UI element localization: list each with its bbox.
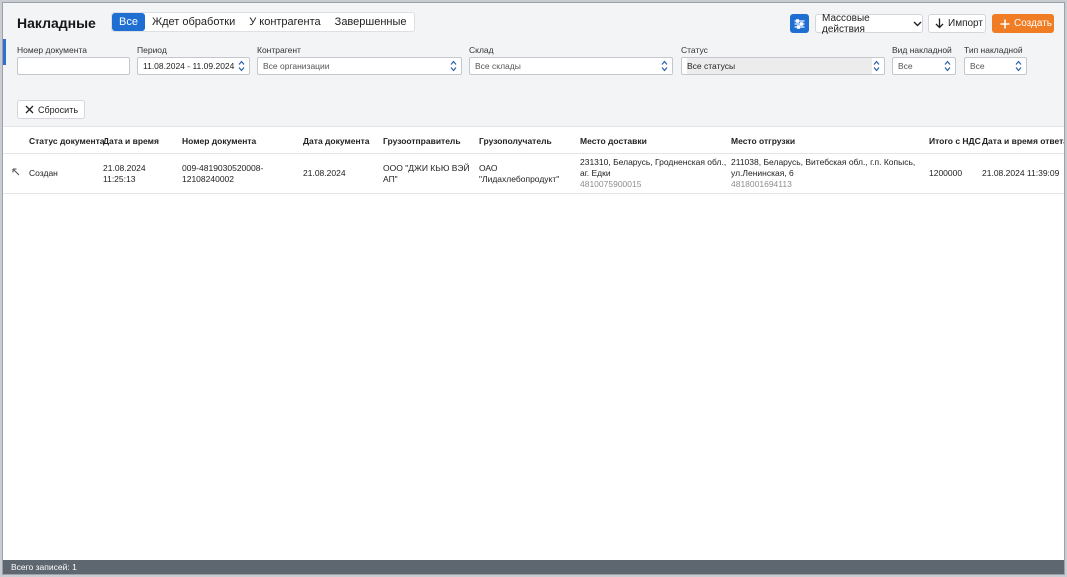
cell-datetime: 21.08.2024 11:25:13 — [103, 163, 146, 185]
table-row[interactable]: Создан 21.08.2024 11:25:13 009-481903052… — [3, 154, 1064, 194]
cell-shipment-place: 211038, Беларусь, Витебская обл., г.п. К… — [731, 157, 915, 190]
tab-at-counterparty[interactable]: У контрагента — [242, 13, 327, 31]
status-label: Статус — [681, 45, 708, 55]
col-doc-date[interactable]: Дата документа — [303, 136, 370, 146]
invoice-kind-select[interactable]: Все — [892, 57, 956, 75]
cell-consignee-line2: "Лидахлебопродукт" — [479, 174, 560, 184]
cell-datetime-time: 11:25:13 — [103, 174, 136, 184]
updown-icon — [238, 60, 245, 74]
cell-doc-number-line1: 009-4819030520008- — [182, 163, 264, 173]
expand-arrow-icon[interactable] — [12, 168, 20, 178]
cell-consignee-line1: ОАО — [479, 163, 498, 173]
app-window: Накладные Все Ждет обработки У контраген… — [2, 2, 1065, 575]
create-label: Создать — [1014, 18, 1053, 29]
tab-all[interactable]: Все — [112, 13, 145, 31]
mass-actions-button[interactable]: Массовые действия — [815, 12, 923, 35]
col-delivery-place[interactable]: Место доставки — [580, 136, 647, 146]
reset-filters-button[interactable]: Сбросить — [17, 100, 85, 119]
import-label: Импорт — [948, 18, 983, 29]
cell-status: Создан — [29, 168, 58, 178]
invoice-kind-label: Вид накладной — [892, 45, 952, 55]
updown-icon — [661, 60, 668, 74]
status-value: Все статусы — [687, 58, 872, 74]
cell-datetime-date: 21.08.2024 — [103, 163, 146, 173]
import-button[interactable]: Импорт — [928, 14, 986, 33]
period-label: Период — [137, 45, 167, 55]
chevron-down-icon — [913, 21, 922, 27]
cell-shipper: ООО "ДЖИ КЬЮ ВЭЙ АП" — [383, 163, 470, 185]
updown-icon — [944, 60, 951, 74]
col-shipment-place[interactable]: Место отгрузки — [731, 136, 795, 146]
updown-icon — [873, 60, 880, 74]
counterparty-value: Все организации — [263, 61, 330, 71]
close-icon — [25, 105, 34, 114]
cell-shipment-line1: 211038, Беларусь, Витебская обл., г.п. К… — [731, 157, 916, 167]
invoice-type-select[interactable]: Все — [964, 57, 1027, 75]
col-doc-number[interactable]: Номер документа — [182, 136, 256, 146]
cell-shipment-line2: ул.Ленинская, 6 — [731, 168, 794, 178]
doc-number-label: Номер документа — [17, 45, 87, 55]
updown-icon — [1015, 60, 1022, 74]
warehouse-value: Все склады — [475, 61, 521, 71]
cell-doc-number-line2: 12108240002 — [182, 174, 235, 184]
col-datetime[interactable]: Дата и время — [103, 136, 159, 146]
invoice-kind-value: Все — [898, 61, 913, 71]
page-title: Накладные — [17, 15, 96, 31]
create-button[interactable]: Создать — [992, 14, 1054, 33]
col-total-vat[interactable]: Итого с НДС — [929, 136, 981, 146]
table-header: Статус документа Дата и время Номер доку… — [3, 128, 1064, 154]
cell-shipment-code: 4818001694113 — [731, 179, 792, 189]
col-consignee[interactable]: Грузополучатель — [479, 136, 552, 146]
tab-completed[interactable]: Завершенные — [328, 13, 414, 31]
tab-awaiting-processing[interactable]: Ждет обработки — [145, 13, 242, 31]
period-value: 11.08.2024 - 11.09.2024 — [143, 61, 235, 71]
filter-accent-bar — [3, 39, 6, 65]
page-header: Накладные Все Ждет обработки У контраген… — [3, 3, 1064, 127]
col-status[interactable]: Статус документа — [29, 136, 105, 146]
cell-total-vat: 1200000 — [929, 168, 963, 178]
cell-delivery-place: 231310, Беларусь, Гродненская обл., аг. … — [580, 157, 726, 190]
warehouse-select[interactable]: Все склады — [469, 57, 673, 75]
cell-delivery-line1: 231310, Беларусь, Гродненская обл., — [580, 157, 727, 167]
mass-actions-label: Массовые действия — [822, 12, 870, 35]
reset-label: Сбросить — [38, 104, 79, 115]
counterparty-select[interactable]: Все организации — [257, 57, 462, 75]
updown-icon — [450, 60, 457, 74]
cell-response-datetime: 21.08.2024 11:39:09 — [982, 168, 1060, 178]
doc-number-input[interactable] — [17, 57, 130, 75]
plus-icon — [1000, 19, 1010, 29]
sliders-icon — [794, 18, 805, 29]
cell-doc-date: 21.08.2024 — [303, 168, 346, 178]
col-shipper[interactable]: Грузоотправитель — [383, 136, 461, 146]
invoice-type-label: Тип накладной — [964, 45, 1023, 55]
cell-shipper-line1: ООО "ДЖИ КЬЮ ВЭЙ — [383, 163, 470, 173]
status-tabs: Все Ждет обработки У контрагента Заверше… — [111, 12, 415, 32]
cell-doc-number: 009-4819030520008- 12108240002 — [182, 163, 263, 185]
period-input[interactable]: 11.08.2024 - 11.09.2024 — [137, 57, 250, 75]
status-select[interactable]: Все статусы — [681, 57, 885, 75]
warehouse-label: Склад — [469, 45, 494, 55]
status-bar: Всего записей: 1 — [3, 560, 1064, 574]
column-settings-button[interactable] — [790, 14, 809, 33]
cell-delivery-line2: аг. Едки — [580, 168, 611, 178]
col-response-datetime[interactable]: Дата и время ответа — [982, 136, 1064, 146]
invoice-type-value: Все — [970, 61, 985, 71]
cell-shipper-line2: АП" — [383, 174, 398, 184]
cell-consignee: ОАО "Лидахлебопродукт" — [479, 163, 559, 185]
arrow-down-icon — [935, 18, 944, 29]
cell-delivery-code: 4810075900015 — [580, 179, 642, 189]
counterparty-label: Контрагент — [257, 45, 301, 55]
